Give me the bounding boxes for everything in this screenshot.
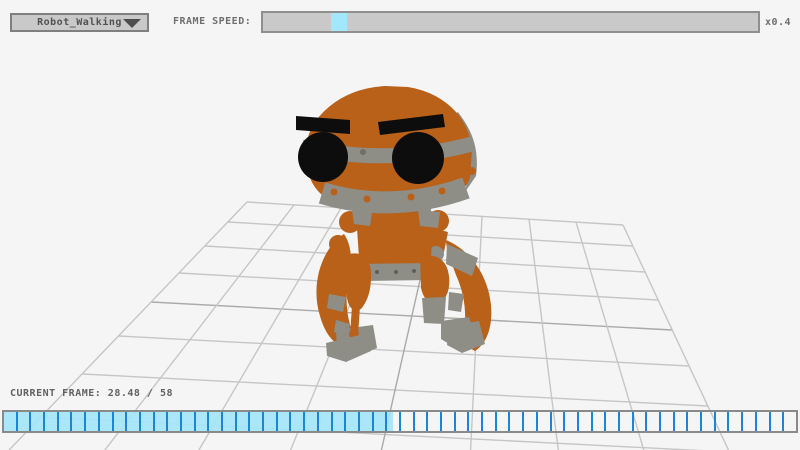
- frame-cell[interactable]: [127, 412, 141, 431]
- frame-cell[interactable]: [86, 412, 100, 431]
- frame-cell[interactable]: [319, 412, 333, 431]
- animation-select-value: Robot_Walking: [37, 17, 122, 28]
- frame-cell[interactable]: [620, 412, 634, 431]
- frame-cell[interactable]: [757, 412, 771, 431]
- frame-cell[interactable]: [428, 412, 442, 431]
- frame-cell[interactable]: [606, 412, 620, 431]
- frame-cell[interactable]: [223, 412, 237, 431]
- frame-cell[interactable]: [634, 412, 648, 431]
- frame-cell[interactable]: [565, 412, 579, 431]
- frame-cell[interactable]: [510, 412, 524, 431]
- frame-cell[interactable]: [72, 412, 86, 431]
- frame-cell[interactable]: [593, 412, 607, 431]
- frame-cell[interactable]: [442, 412, 456, 431]
- frame-cell[interactable]: [141, 412, 155, 431]
- frame-cell[interactable]: [387, 412, 401, 431]
- frame-cell[interactable]: [702, 412, 716, 431]
- frame-cell[interactable]: [374, 412, 388, 431]
- frame-cell[interactable]: [688, 412, 702, 431]
- frame-cell[interactable]: [45, 412, 59, 431]
- frame-cell[interactable]: [168, 412, 182, 431]
- frame-cell[interactable]: [456, 412, 470, 431]
- frame-cell[interactable]: [469, 412, 483, 431]
- frame-cell[interactable]: [647, 412, 661, 431]
- frame-cell[interactable]: [415, 412, 429, 431]
- animation-viewer: Robot_Walking FRAME SPEED: x0.4 CURRENT …: [0, 0, 800, 450]
- slider-handle[interactable]: [331, 13, 347, 31]
- frame-cell[interactable]: [401, 412, 415, 431]
- frame-cell[interactable]: [264, 412, 278, 431]
- frame-cell[interactable]: [552, 412, 566, 431]
- frame-cell[interactable]: [333, 412, 347, 431]
- frame-cell[interactable]: [182, 412, 196, 431]
- frame-cell[interactable]: [31, 412, 45, 431]
- frame-cell[interactable]: [100, 412, 114, 431]
- frame-cell[interactable]: [155, 412, 169, 431]
- frame-cell[interactable]: [661, 412, 675, 431]
- timeline-cells: [4, 412, 796, 431]
- frame-cell[interactable]: [346, 412, 360, 431]
- frame-cell[interactable]: [209, 412, 223, 431]
- frame-cell[interactable]: [771, 412, 785, 431]
- current-frame-label: CURRENT FRAME: 28.48 / 58: [10, 388, 173, 399]
- frame-cell[interactable]: [250, 412, 264, 431]
- frame-cell[interactable]: [497, 412, 511, 431]
- frame-cell[interactable]: [18, 412, 32, 431]
- frame-cell[interactable]: [59, 412, 73, 431]
- frame-speed-slider[interactable]: [261, 11, 760, 33]
- frame-cell[interactable]: [538, 412, 552, 431]
- frame-cell[interactable]: [305, 412, 319, 431]
- frame-cell[interactable]: [784, 412, 796, 431]
- frame-cell[interactable]: [716, 412, 730, 431]
- frame-cell[interactable]: [360, 412, 374, 431]
- frame-timeline[interactable]: [2, 410, 798, 433]
- frame-cell[interactable]: [114, 412, 128, 431]
- robot-model: [0, 0, 800, 450]
- frame-cell[interactable]: [278, 412, 292, 431]
- frame-cell[interactable]: [675, 412, 689, 431]
- animation-select[interactable]: Robot_Walking: [10, 13, 149, 32]
- frame-cell[interactable]: [196, 412, 210, 431]
- frame-cell[interactable]: [524, 412, 538, 431]
- frame-cell[interactable]: [237, 412, 251, 431]
- frame-cell[interactable]: [729, 412, 743, 431]
- frame-cell[interactable]: [4, 412, 18, 431]
- chevron-down-icon: [123, 19, 141, 28]
- speed-multiplier-value: x0.4: [765, 17, 791, 28]
- frame-speed-label: FRAME SPEED:: [173, 16, 251, 27]
- frame-cell[interactable]: [483, 412, 497, 431]
- frame-cell[interactable]: [579, 412, 593, 431]
- frame-cell[interactable]: [291, 412, 305, 431]
- viewport-3d[interactable]: [0, 0, 800, 450]
- frame-cell[interactable]: [743, 412, 757, 431]
